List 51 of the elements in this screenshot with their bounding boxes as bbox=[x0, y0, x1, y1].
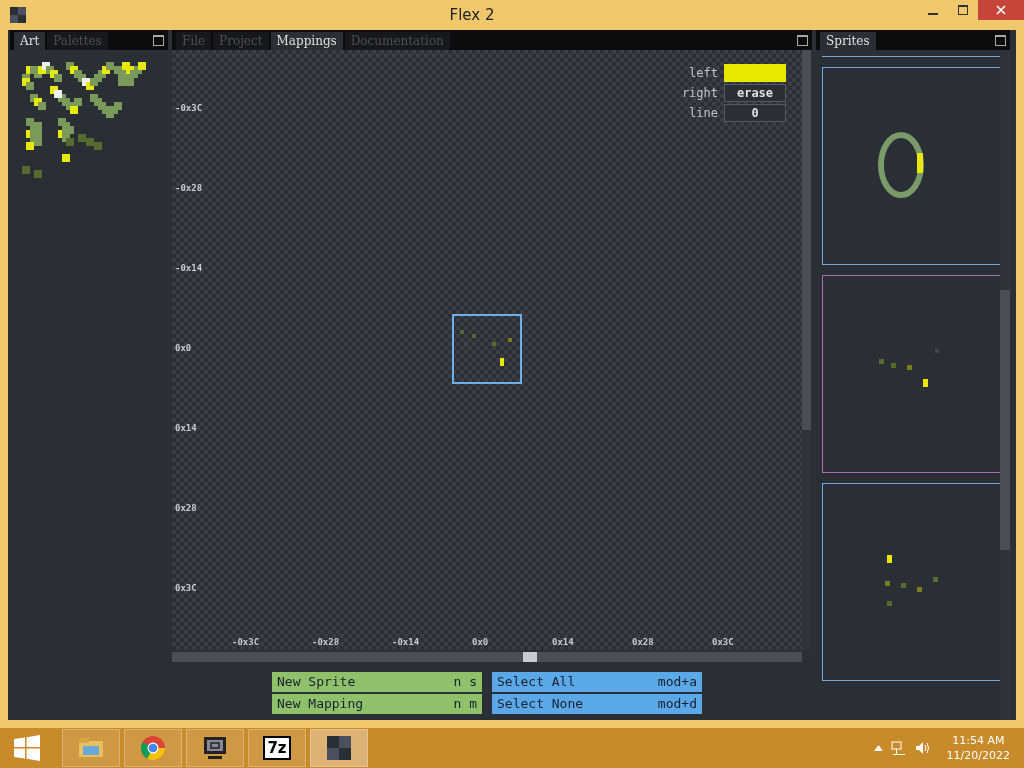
axis-label: -0x28 bbox=[312, 636, 340, 649]
app-icon bbox=[10, 7, 26, 23]
minimize-icon bbox=[928, 13, 938, 15]
axis-label: 0x14 bbox=[552, 636, 574, 649]
sprite-frame[interactable] bbox=[822, 67, 1000, 265]
speaker-icon[interactable] bbox=[914, 740, 931, 756]
close-icon bbox=[996, 5, 1006, 15]
brush-label: right bbox=[681, 85, 718, 102]
action-button[interactable]: New Mapping n m bbox=[272, 694, 482, 714]
axis-label: -0x28 bbox=[175, 182, 203, 195]
action-button[interactable]: New Sprite n s bbox=[272, 672, 482, 692]
taskbar-button[interactable]: 7z bbox=[248, 729, 306, 767]
color-swatch[interactable] bbox=[724, 64, 786, 82]
action-button[interactable]: Select All mod+a bbox=[492, 672, 702, 692]
axis-label: 0x3C bbox=[175, 582, 197, 595]
panel-tab[interactable]: Mappings bbox=[270, 32, 343, 50]
scrollbar-thumb[interactable] bbox=[523, 652, 537, 662]
axis-label: -0x14 bbox=[175, 262, 203, 275]
archive-logo: 7z bbox=[263, 736, 291, 760]
taskbar-button[interactable] bbox=[310, 729, 368, 767]
brush-label: left bbox=[688, 65, 718, 82]
maximize-icon bbox=[958, 5, 968, 15]
maximize-icon[interactable] bbox=[797, 35, 808, 46]
brush-value[interactable]: erase bbox=[724, 84, 786, 102]
taskbar-button[interactable] bbox=[186, 729, 244, 767]
axis-label: 0x28 bbox=[632, 636, 654, 649]
network-icon[interactable] bbox=[890, 740, 907, 756]
browser-icon bbox=[138, 733, 168, 763]
window-title: Flex 2 bbox=[449, 6, 495, 24]
maximize-icon[interactable] bbox=[153, 35, 164, 46]
axis-label: 0x3C bbox=[712, 636, 734, 649]
caret-up-icon[interactable] bbox=[873, 745, 883, 751]
scrollbar-thumb[interactable] bbox=[1000, 290, 1010, 550]
windows-logo-icon[interactable] bbox=[14, 735, 40, 761]
axis-label: 0x0 bbox=[472, 636, 489, 649]
sprite-frame[interactable] bbox=[822, 483, 1000, 681]
maximize-icon[interactable] bbox=[995, 35, 1006, 46]
action-button[interactable]: Select None mod+d bbox=[492, 694, 702, 714]
panel-tab[interactable]: Art bbox=[14, 32, 46, 50]
selection-frame[interactable] bbox=[452, 314, 522, 384]
axis-label: 0x28 bbox=[175, 502, 197, 515]
axis-label: -0x14 bbox=[392, 636, 420, 649]
panel-tab[interactable]: Sprites bbox=[820, 32, 876, 50]
axis-label: 0x0 bbox=[175, 342, 192, 355]
scrollbar-thumb[interactable] bbox=[802, 430, 811, 650]
brush-label: line bbox=[688, 105, 718, 122]
axis-label: -0x3C bbox=[232, 636, 260, 649]
axis-label: 0x14 bbox=[175, 422, 197, 435]
axis-label: -0x3C bbox=[175, 102, 203, 115]
brush-value[interactable]: 0 bbox=[724, 104, 786, 122]
app-icon bbox=[324, 733, 354, 763]
